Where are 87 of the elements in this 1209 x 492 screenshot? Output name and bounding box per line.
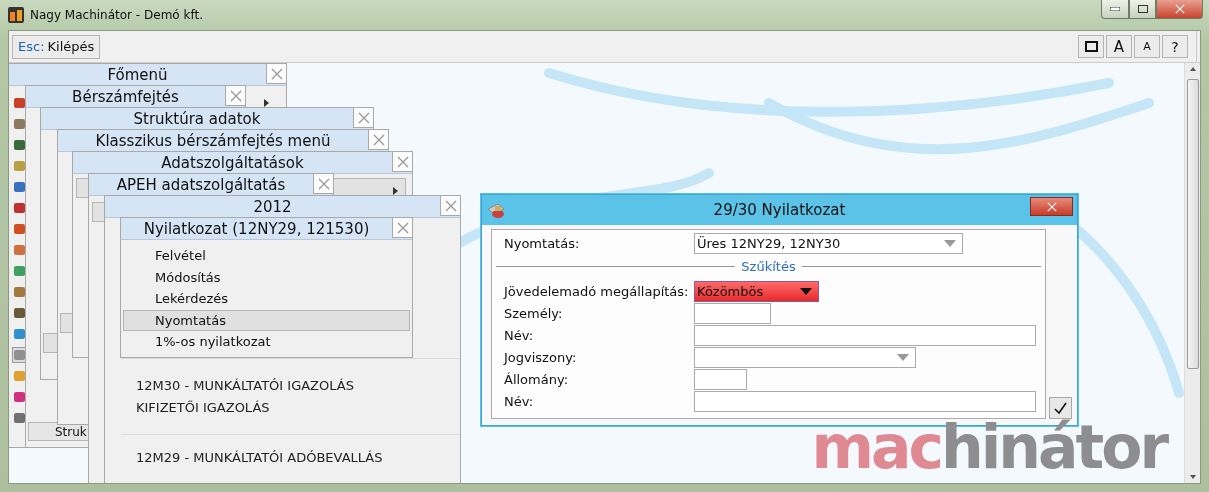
input-field[interactable] — [694, 368, 747, 390]
close-icon — [229, 89, 242, 102]
close-icon — [444, 199, 457, 212]
maximize-button[interactable] — [1129, 0, 1156, 19]
dialog-title: 29/30 Nyilatkozat — [713, 201, 846, 219]
panel-title: Struktúra adatok — [133, 109, 261, 128]
menu-item[interactable]: Módosítás — [123, 266, 410, 288]
module-icon[interactable] — [13, 243, 27, 257]
module-icon[interactable] — [13, 138, 27, 152]
close-icon — [396, 155, 409, 168]
field-label: Nyomtatás: — [504, 235, 581, 251]
logo: machinátor — [811, 417, 1166, 477]
dropdown-arrow-icon — [897, 353, 909, 361]
list-row-text[interactable]: KIFIZETŐI IGAZOLÁS — [136, 400, 460, 415]
module-icon[interactable] — [13, 180, 27, 194]
window-title: Nagy Machinátor - Demó kft. — [30, 8, 203, 22]
module-icon[interactable] — [13, 117, 27, 131]
checkmark-icon — [1054, 401, 1067, 415]
help-button[interactable]: ? — [1162, 35, 1188, 58]
module-icon[interactable] — [13, 327, 27, 341]
close-icon — [372, 133, 385, 146]
close-button[interactable] — [353, 107, 374, 128]
module-icon[interactable] — [13, 96, 27, 110]
submenu-arrow-icon — [393, 187, 398, 195]
select-field[interactable]: Üres 12NY29, 12NY30 — [694, 232, 963, 254]
field-label: Név: — [504, 393, 535, 409]
small-font-button[interactable]: A — [1134, 35, 1160, 58]
panel-title: Klasszikus bérszámfejtés menü — [95, 131, 331, 150]
field-label: Név: — [504, 327, 535, 343]
minimize-icon — [1110, 7, 1120, 11]
panel-title: APEH adatszolgáltatás — [116, 175, 286, 194]
close-icon — [317, 177, 330, 190]
scrollbar-thumb[interactable] — [1186, 79, 1199, 369]
module-icon[interactable] — [13, 201, 27, 215]
dropdown-arrow-icon — [944, 239, 956, 247]
module-icon[interactable] — [13, 390, 27, 404]
panel-title: Nyilatkozat (12NY29, 121530) — [143, 219, 370, 238]
app-icon — [8, 7, 24, 23]
panel-title: Adatszolgáltatások — [161, 153, 304, 172]
close-button[interactable] — [266, 63, 287, 84]
list-row-text[interactable]: 12M30 - MUNKÁLTATÓI IGAZOLÁS — [136, 378, 460, 393]
field-label: Állomány: — [504, 371, 570, 387]
window-button[interactable] — [1078, 35, 1104, 58]
close-icon — [270, 67, 283, 80]
close-icon — [396, 221, 409, 234]
exit-button[interactable]: Esc: Kilépés — [12, 34, 101, 59]
module-icon[interactable] — [13, 222, 27, 236]
close-button[interactable] — [313, 173, 334, 194]
field-label: Jövedelemadó megállapítás: — [504, 283, 690, 299]
submenu-arrow-icon — [264, 99, 269, 107]
close-button[interactable] — [368, 129, 389, 150]
close-icon — [1174, 4, 1185, 14]
panel-title: 2012 — [253, 197, 292, 216]
section-title: Szűkítés — [741, 258, 796, 274]
close-button[interactable] — [392, 151, 413, 172]
square-icon — [1084, 41, 1098, 52]
menu-item[interactable]: Nyomtatás — [123, 309, 410, 331]
field-label: Jogviszony: — [504, 349, 578, 365]
module-icon[interactable] — [13, 264, 27, 278]
select-field[interactable]: Közömbös — [694, 280, 819, 302]
maximize-icon — [1137, 5, 1148, 13]
dropdown-arrow-icon — [800, 287, 812, 295]
close-icon — [357, 111, 370, 124]
close-button[interactable] — [440, 195, 461, 216]
select-field[interactable] — [694, 346, 916, 368]
menu-item[interactable]: 1%-os nyilatkozat — [123, 331, 410, 353]
module-icon[interactable] — [13, 306, 27, 320]
module-icon[interactable] — [13, 411, 27, 425]
field-label: Személy: — [504, 305, 564, 321]
menu-item[interactable]: Lekérdezés — [123, 288, 410, 310]
input-field[interactable] — [694, 390, 1036, 412]
module-icon[interactable] — [13, 285, 27, 299]
close-button[interactable] — [225, 85, 246, 106]
shortcut-key: Esc: — [18, 39, 45, 54]
input-field[interactable] — [694, 324, 1036, 346]
close-button[interactable] — [1030, 197, 1073, 216]
panel-title: Bérszámfejtés — [72, 87, 179, 106]
large-font-button[interactable]: A — [1106, 35, 1132, 58]
minimize-button[interactable] — [1101, 0, 1129, 19]
input-field[interactable] — [694, 302, 771, 324]
menu-item[interactable]: Felvétel — [123, 245, 410, 267]
close-icon — [1046, 201, 1057, 212]
stamp-icon — [486, 201, 506, 221]
confirm-button[interactable] — [1049, 397, 1072, 419]
panel-title: Főmenü — [107, 65, 168, 84]
close-button[interactable] — [392, 217, 413, 238]
list-row-text[interactable]: 12M29 - MUNKÁLTATÓI ADÓBEVALLÁS — [136, 450, 460, 465]
